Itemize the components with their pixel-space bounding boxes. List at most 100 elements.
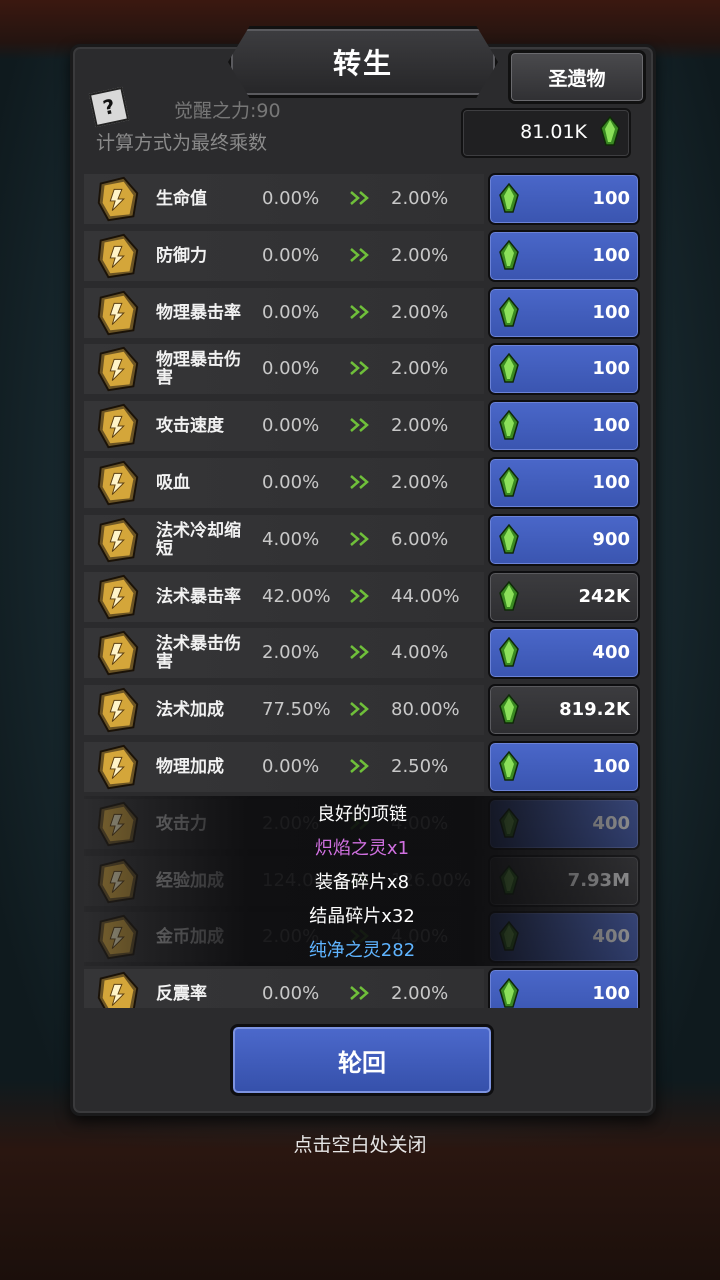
double-arrow-icon — [350, 588, 369, 603]
loot-item: 良好的项链 — [84, 796, 640, 830]
stat-name: 法术加成 — [156, 700, 224, 721]
green-crystal-icon — [499, 239, 519, 270]
stat-next-value: 2.00% — [391, 188, 449, 209]
stat-row: 生命值 0.00% 2.00% 100 — [84, 172, 640, 226]
upgrade-cost: 100 — [592, 244, 630, 266]
upgrade-cost-button[interactable]: 100 — [488, 400, 640, 453]
relic-button[interactable]: 圣遗物 — [508, 50, 646, 104]
green-crystal-icon — [499, 751, 519, 781]
upgrade-cost-button[interactable]: 100 — [488, 457, 640, 509]
double-arrow-icon — [350, 531, 369, 546]
upgrade-cost-button[interactable]: 900 — [488, 513, 640, 566]
stat-current-value: 0.00% — [262, 756, 320, 777]
upgrade-cost: 100 — [592, 301, 630, 323]
upgrade-cost: 400 — [592, 642, 630, 664]
rune-icon — [97, 403, 139, 449]
rune-icon — [97, 233, 139, 279]
upgrade-cost-button[interactable]: 100 — [488, 173, 640, 225]
upgrade-cost-button[interactable]: 100 — [488, 286, 640, 339]
reincarnate-button[interactable]: 轮回 — [230, 1024, 494, 1096]
currency-amount: 81.01K — [520, 121, 587, 143]
stat-name: 物理暴击伤害 — [156, 350, 241, 389]
green-crystal-icon — [499, 523, 519, 554]
double-arrow-icon — [350, 475, 369, 489]
double-arrow-icon — [350, 702, 369, 717]
double-arrow-icon — [350, 304, 369, 319]
stat-row: 物理加成 0.00% 2.50% 100 — [84, 740, 640, 794]
formula-note: 计算方式为最终乘数 — [96, 132, 268, 154]
upgrade-cost: 100 — [592, 472, 630, 493]
upgrade-cost: 900 — [592, 528, 630, 550]
green-crystal-icon — [499, 637, 519, 668]
stat-next-value: 6.00% — [391, 528, 449, 550]
stat-row: 攻击速度 0.00% 2.00% 100 — [84, 399, 640, 453]
stat-next-value: 4.00% — [391, 642, 449, 664]
stat-row: 物理暴击伤害 0.00% 2.00% 100 — [84, 342, 640, 396]
green-crystal-icon — [499, 978, 519, 1008]
close-hint[interactable]: 点击空白处关闭 — [0, 1130, 720, 1157]
loot-item: 纯净之灵282 — [84, 932, 640, 966]
double-arrow-icon — [350, 986, 369, 1001]
rune-icon — [97, 631, 139, 676]
stat-next-value: 2.00% — [391, 472, 449, 493]
stat-name: 攻击速度 — [156, 416, 224, 437]
rune-icon — [97, 517, 139, 563]
green-crystal-icon — [499, 183, 519, 213]
rune-icon — [97, 176, 139, 222]
stat-current-value: 0.00% — [262, 983, 320, 1005]
stat-row: 法术加成 77.50% 80.00% 819.2K — [84, 683, 640, 737]
stat-current-value: 77.50% — [262, 699, 331, 721]
upgrade-cost-button[interactable]: 100 — [488, 968, 640, 1008]
loot-popup: 良好的项链 炽焰之灵x1 装备碎片x8 结晶碎片x32 纯净之灵282 — [84, 796, 640, 968]
double-arrow-icon — [350, 759, 369, 773]
stat-current-value: 0.00% — [262, 301, 320, 323]
stat-current-value: 0.00% — [262, 415, 320, 437]
upgrade-cost-button[interactable]: 100 — [488, 343, 640, 396]
stat-next-value: 2.00% — [391, 244, 449, 266]
rune-icon — [97, 290, 139, 335]
double-arrow-icon — [350, 418, 369, 433]
awaken-power-label: 觉醒之力:90 — [174, 100, 281, 122]
stat-next-value: 2.00% — [391, 301, 449, 323]
green-crystal-icon — [499, 353, 519, 384]
stat-name: 吸血 — [156, 473, 190, 493]
currency-display: 81.01K — [461, 108, 631, 158]
green-crystal-icon — [499, 296, 519, 327]
stat-current-value: 42.00% — [262, 585, 331, 607]
stat-row: 法术暴击率 42.00% 44.00% 242K — [84, 570, 640, 624]
stat-current-value: 0.00% — [262, 188, 320, 209]
stat-next-value: 2.50% — [391, 756, 449, 777]
green-crystal-icon — [499, 410, 519, 440]
rune-icon — [97, 971, 139, 1008]
panel-title: 转生 — [332, 47, 393, 80]
stat-row: 法术暴击伤害 2.00% 4.00% 400 — [84, 626, 640, 680]
rune-icon — [97, 687, 139, 733]
upgrade-cost-button[interactable]: 100 — [488, 229, 640, 282]
upgrade-cost-button[interactable]: 242K — [488, 570, 640, 623]
double-arrow-icon — [350, 247, 369, 262]
upgrade-cost-button[interactable]: 400 — [488, 627, 640, 680]
stat-current-value: 4.00% — [262, 528, 320, 550]
stat-name: 法术暴击率 — [156, 586, 241, 607]
double-arrow-icon — [350, 191, 369, 205]
upgrade-cost-button[interactable]: 100 — [488, 741, 640, 793]
stat-name: 防御力 — [156, 245, 207, 266]
rune-icon — [97, 574, 139, 619]
green-crystal-icon — [600, 116, 620, 146]
help-icon[interactable]: ? — [88, 86, 130, 128]
stat-row: 反震率 0.00% 2.00% 100 — [84, 967, 640, 1008]
stat-current-value: 0.00% — [262, 358, 320, 380]
upgrade-cost: 100 — [592, 188, 630, 209]
upgrade-cost-button[interactable]: 819.2K — [488, 684, 640, 737]
green-crystal-icon — [499, 467, 519, 497]
upgrade-cost: 242K — [578, 585, 630, 607]
upgrade-cost: 100 — [592, 358, 630, 380]
stat-name: 物理暴击率 — [156, 302, 241, 323]
stat-row: 吸血 0.00% 2.00% 100 — [84, 456, 640, 510]
green-crystal-icon — [499, 694, 519, 724]
stat-name: 法术暴击伤害 — [156, 634, 241, 673]
stat-next-value: 2.00% — [391, 415, 449, 437]
stat-row: 法术冷却缩短 4.00% 6.00% 900 — [84, 513, 640, 567]
stat-next-value: 2.00% — [391, 983, 449, 1005]
stat-next-value: 44.00% — [391, 585, 460, 607]
